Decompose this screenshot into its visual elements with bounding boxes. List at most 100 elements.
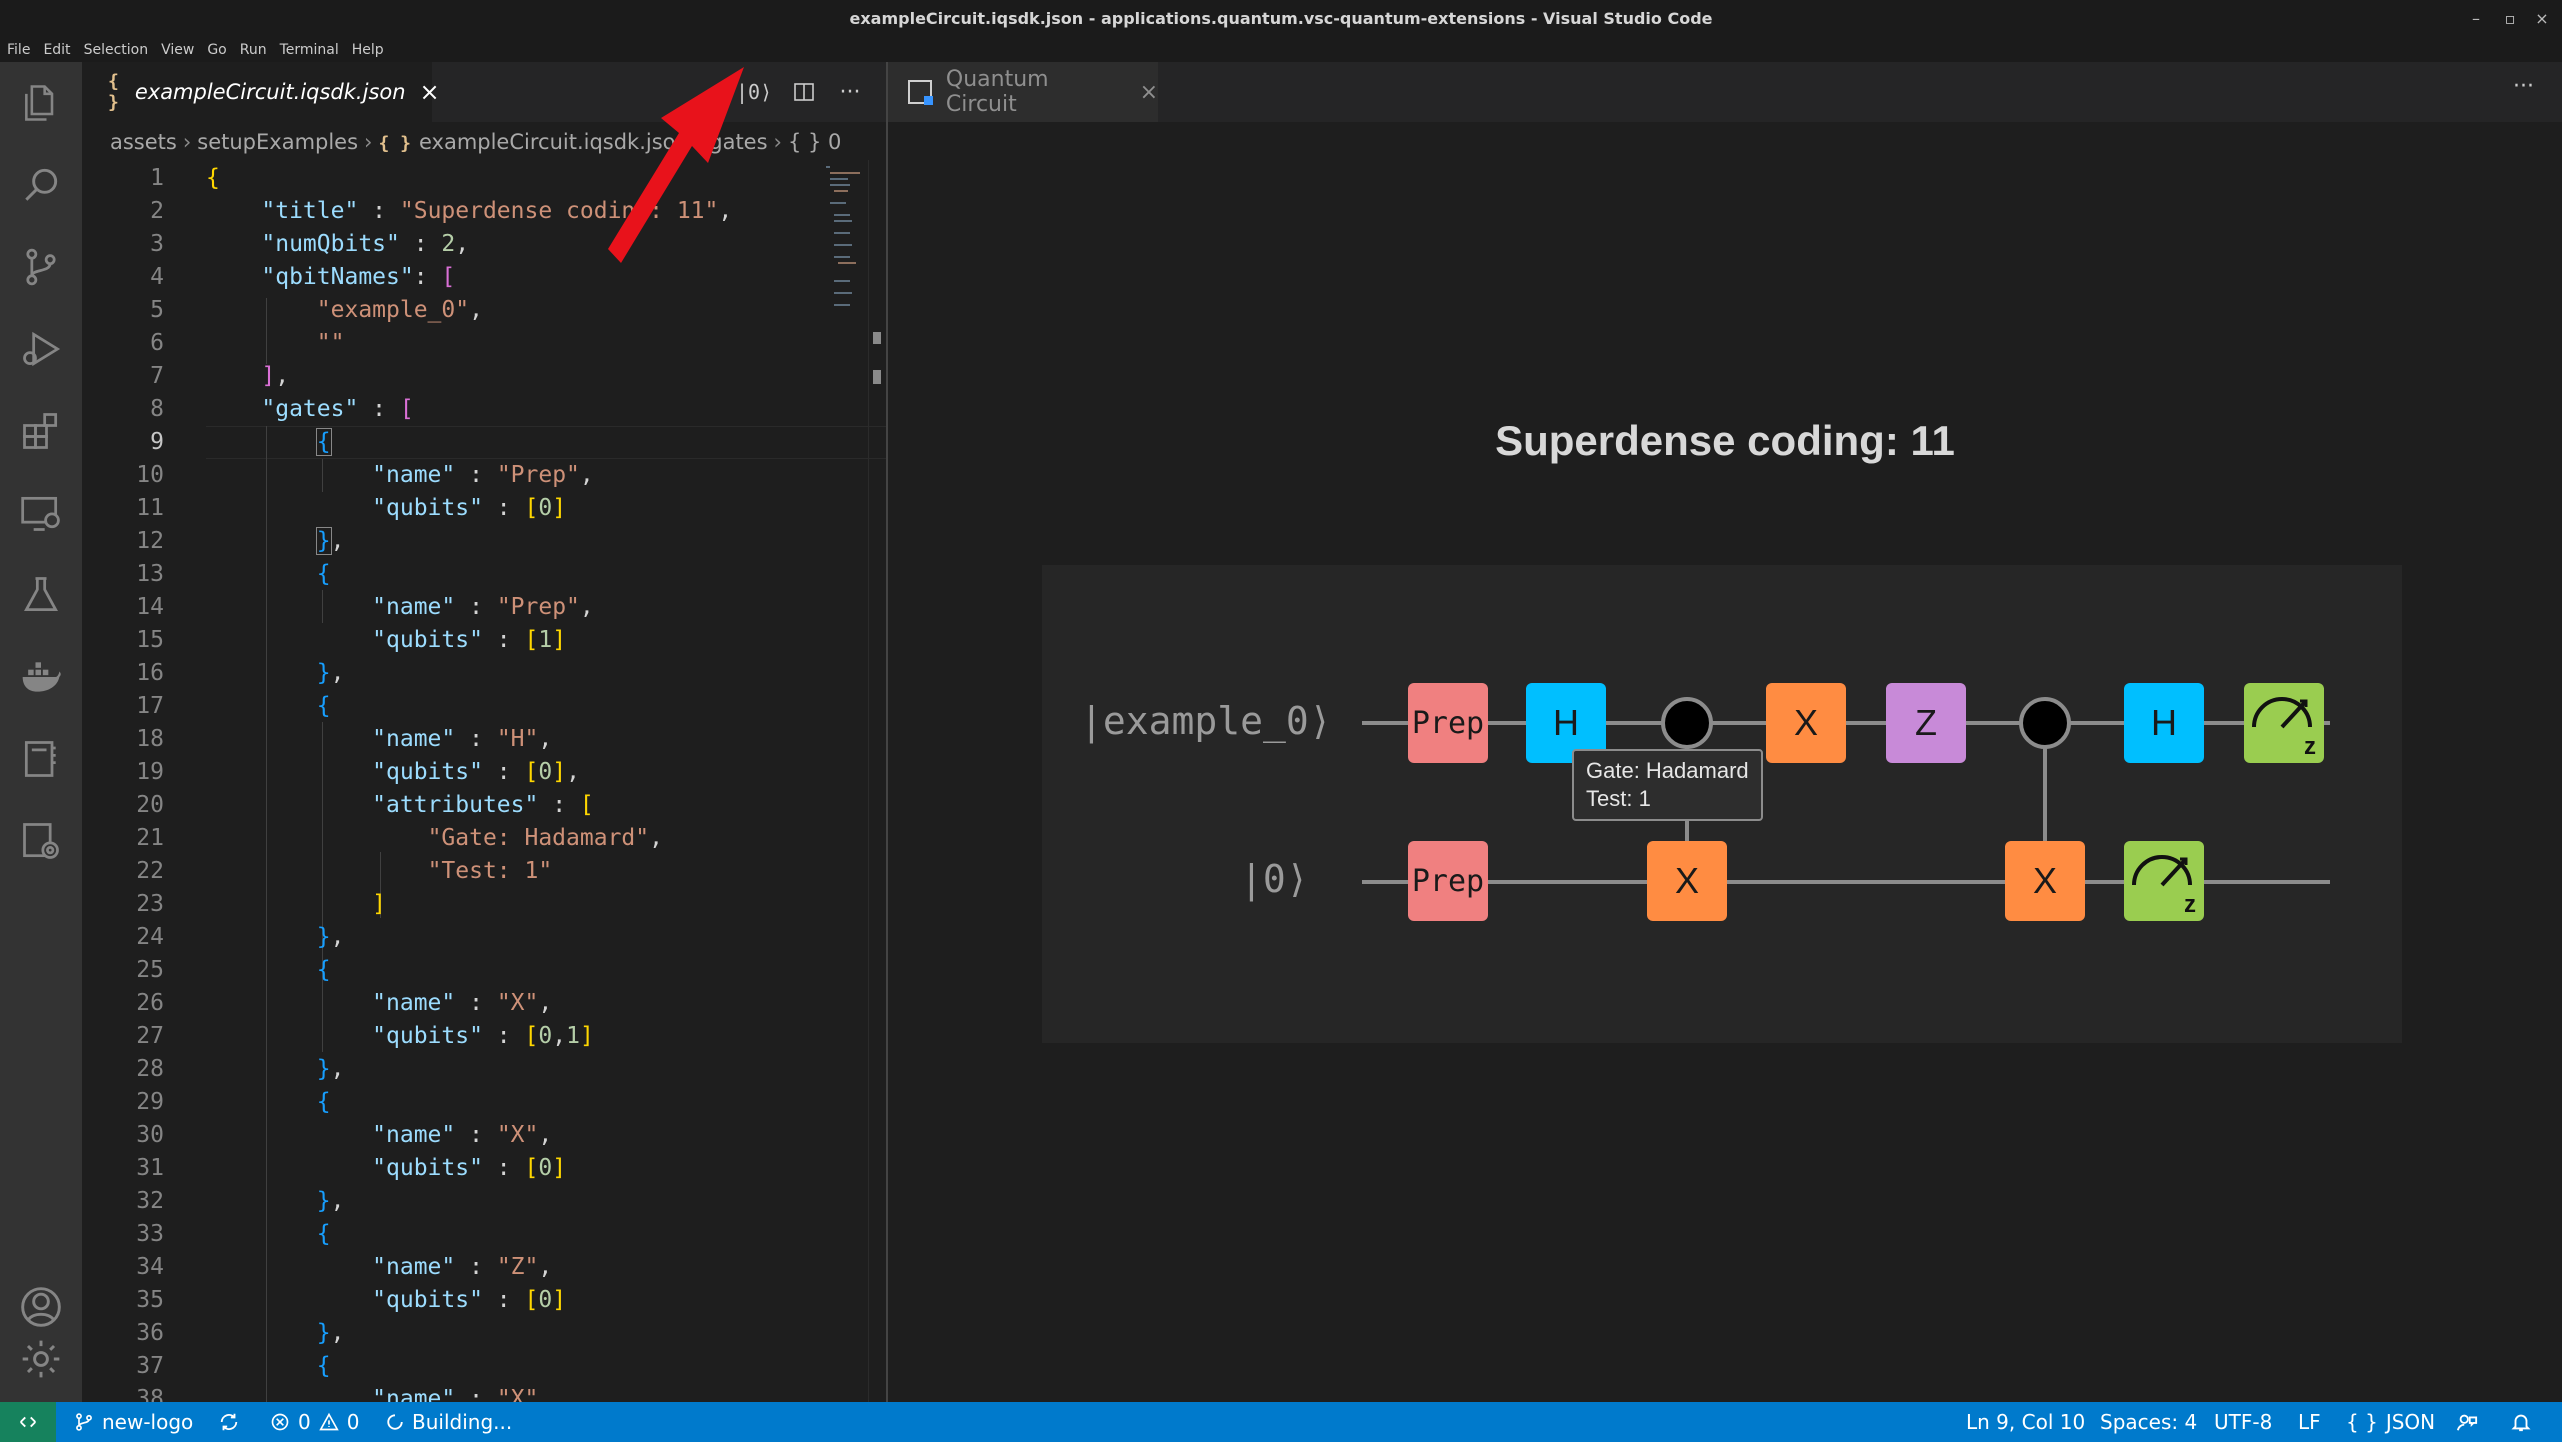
line-number: 8 — [150, 396, 164, 422]
menu-selection[interactable]: Selection — [77, 38, 155, 62]
gear-icon — [22, 1340, 60, 1378]
line-number: 11 — [136, 495, 164, 521]
line-number: 22 — [136, 858, 164, 884]
close-tab-button[interactable]: × — [420, 78, 440, 106]
code-line: }, — [316, 660, 345, 686]
tab-quantum-circuit[interactable]: Quantum Circuit × — [888, 62, 1158, 122]
line-number: 28 — [136, 1056, 164, 1082]
menu-go[interactable]: Go — [200, 38, 232, 62]
more-actions-button[interactable]: ··· — [2513, 74, 2534, 99]
measurement-gate[interactable]: z — [2244, 683, 2324, 763]
line-number: 17 — [136, 693, 164, 719]
more-actions-button[interactable]: ··· — [832, 74, 868, 110]
control-dot[interactable] — [2019, 697, 2071, 749]
close-window-button[interactable]: × — [2522, 0, 2562, 38]
line-number: 10 — [136, 462, 164, 488]
line-number: 21 — [136, 825, 164, 851]
gate-z[interactable]: Z — [1886, 683, 1966, 763]
testing-icon — [24, 577, 58, 612]
gate-prep[interactable]: Prep — [1408, 841, 1488, 921]
breadcrumb-setup-examples[interactable]: setupExamples — [197, 130, 358, 154]
cursor-position[interactable]: Ln 9, Col 10 — [1966, 1402, 2085, 1442]
branch-name: new-logo — [102, 1410, 194, 1434]
line-number: 9 — [150, 429, 164, 455]
code-line: "name" : "Prep", — [372, 594, 594, 620]
tab-example-circuit[interactable]: { } exampleCircuit.iqsdk.json × — [82, 62, 440, 122]
spinner-icon — [387, 1414, 403, 1430]
code-line: "qubits" : [0] — [372, 1287, 567, 1313]
quantum-preview-icon — [908, 80, 933, 105]
quantum-settings-button[interactable] — [0, 800, 82, 882]
code-line: }, — [316, 924, 345, 950]
measurement-gate[interactable]: z — [2124, 841, 2204, 921]
gate-x[interactable]: X — [1766, 683, 1846, 763]
indentation-status[interactable]: Spaces: 4 — [2100, 1402, 2197, 1442]
problems-status[interactable]: 0 0 — [270, 1402, 359, 1442]
explorer-button[interactable] — [0, 62, 82, 144]
measure-basis-label: z — [2304, 733, 2316, 760]
extensions-icon — [23, 413, 58, 449]
line-number: 31 — [136, 1155, 164, 1181]
source-control-button[interactable] — [0, 226, 82, 308]
gate-h[interactable]: H — [2124, 683, 2204, 763]
extensions-button[interactable] — [0, 390, 82, 472]
code-line: { — [206, 165, 220, 191]
menu-help[interactable]: Help — [345, 38, 390, 62]
status-bar: new-logo 0 0 Building... Ln 9, Col 10 Sp… — [0, 1402, 2562, 1442]
remote-indicator[interactable] — [0, 1402, 56, 1442]
notebook-icon — [24, 741, 56, 777]
feedback-icon — [2456, 1414, 2478, 1431]
editor-scrollbar[interactable] — [868, 160, 886, 1402]
encoding-status[interactable]: UTF-8 — [2214, 1402, 2272, 1442]
red-arrow-annotation — [608, 67, 744, 263]
gate-x-target[interactable]: X — [1647, 841, 1727, 921]
window-title: exampleCircuit.iqsdk.json - applications… — [849, 9, 1713, 28]
breadcrumb-assets[interactable]: assets — [110, 130, 177, 154]
line-number: 26 — [136, 990, 164, 1016]
search-button[interactable] — [0, 144, 82, 226]
docker-button[interactable] — [0, 636, 82, 718]
gate-prep[interactable]: Prep — [1408, 683, 1488, 763]
testing-button[interactable] — [0, 554, 82, 636]
manage-button[interactable] — [0, 1318, 82, 1400]
code-line: { — [316, 1089, 331, 1115]
code-editor[interactable]: 1 2 3 4 5 6 7 8 9 10 11 12 13 14 15 16 17 18 19 20 21 22 23 24 2… — [82, 162, 888, 1402]
run-debug-button[interactable] — [0, 308, 82, 390]
json-file-icon: { } — [108, 71, 119, 113]
code-line: "name" : "H", — [372, 726, 553, 752]
braces-icon: { } — [2346, 1410, 2378, 1434]
sync-button[interactable] — [218, 1402, 240, 1442]
circuit-title: Superdense coding: 11 — [1495, 417, 1955, 464]
remote-explorer-button[interactable] — [0, 472, 82, 554]
line-number: 18 — [136, 726, 164, 752]
eol-status[interactable]: LF — [2298, 1402, 2321, 1442]
feedback-button[interactable] — [2456, 1402, 2478, 1442]
line-number: 19 — [136, 759, 164, 785]
notebook-button[interactable] — [0, 718, 82, 800]
code-line: "Gate: Hadamard", — [427, 825, 663, 851]
menu-file[interactable]: File — [0, 38, 36, 62]
code-line: "qubits" : [0], — [372, 759, 580, 785]
quantum-tab-strip: Quantum Circuit × ··· — [888, 62, 2562, 122]
line-number: 33 — [136, 1221, 164, 1247]
gate-x-target[interactable]: X — [2005, 841, 2085, 921]
menu-run[interactable]: Run — [233, 38, 273, 62]
remote-explorer-icon — [21, 496, 60, 531]
close-tab-button[interactable]: × — [1140, 80, 1158, 105]
tab-label: exampleCircuit.iqsdk.json — [134, 80, 406, 104]
activity-bar — [0, 62, 82, 1402]
search-icon — [25, 168, 58, 201]
vscode-window: exampleCircuit.iqsdk.json - applications… — [0, 0, 2562, 1442]
language-mode[interactable]: { } JSON — [2346, 1402, 2435, 1442]
menu-terminal[interactable]: Terminal — [273, 38, 345, 62]
control-dot[interactable] — [1661, 697, 1713, 749]
branch-status[interactable]: new-logo — [74, 1402, 193, 1442]
line-number: 16 — [136, 660, 164, 686]
code-line: "qubits" : [0,1] — [372, 1023, 594, 1049]
notifications-button[interactable] — [2510, 1402, 2532, 1442]
scrollbar-thumb[interactable] — [873, 332, 881, 344]
menu-edit[interactable]: Edit — [36, 38, 76, 62]
menu-view[interactable]: View — [154, 38, 200, 62]
json-file-icon: { } — [378, 133, 411, 154]
line-number: 24 — [136, 924, 164, 950]
